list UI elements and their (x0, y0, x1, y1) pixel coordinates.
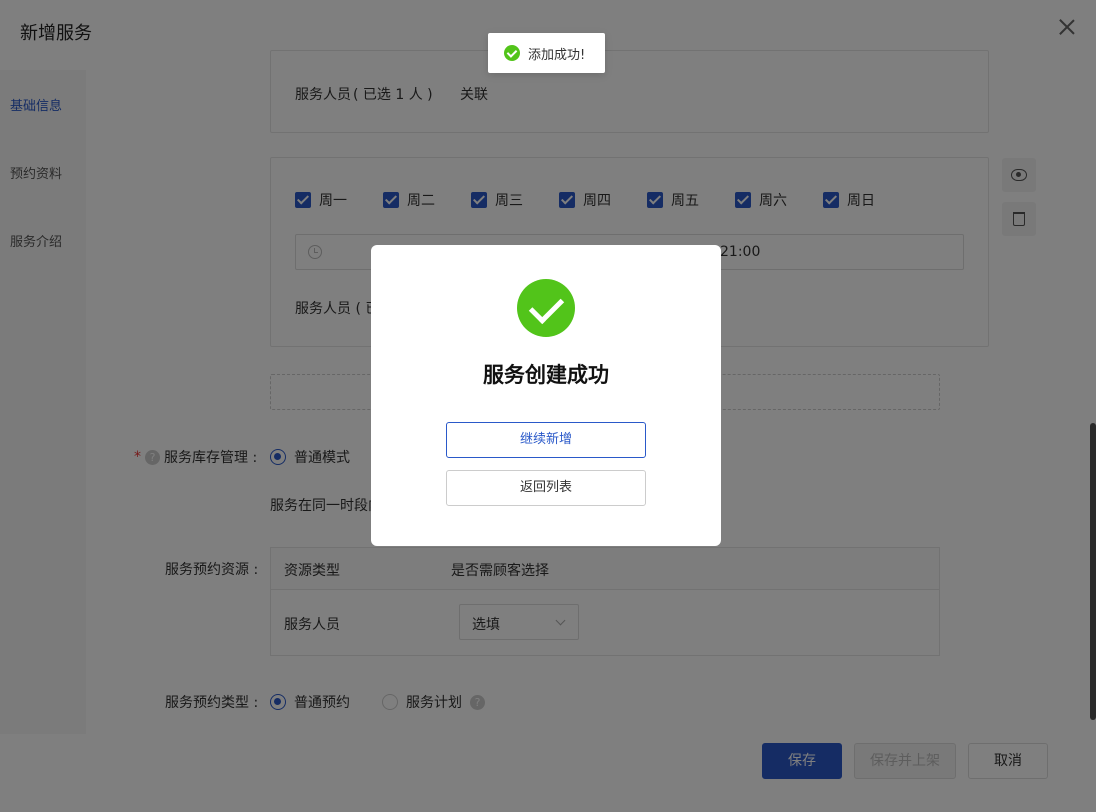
success-toast: 添加成功! (488, 33, 605, 73)
success-check-icon (517, 279, 575, 337)
toast-text: 添加成功! (528, 47, 586, 63)
success-modal: 服务创建成功 继续新增 返回列表 (371, 245, 721, 546)
modal-title: 服务创建成功 (483, 363, 609, 387)
check-circle-icon (504, 45, 520, 61)
continue-add-button[interactable]: 继续新增 (446, 422, 646, 458)
back-to-list-button[interactable]: 返回列表 (446, 470, 646, 506)
